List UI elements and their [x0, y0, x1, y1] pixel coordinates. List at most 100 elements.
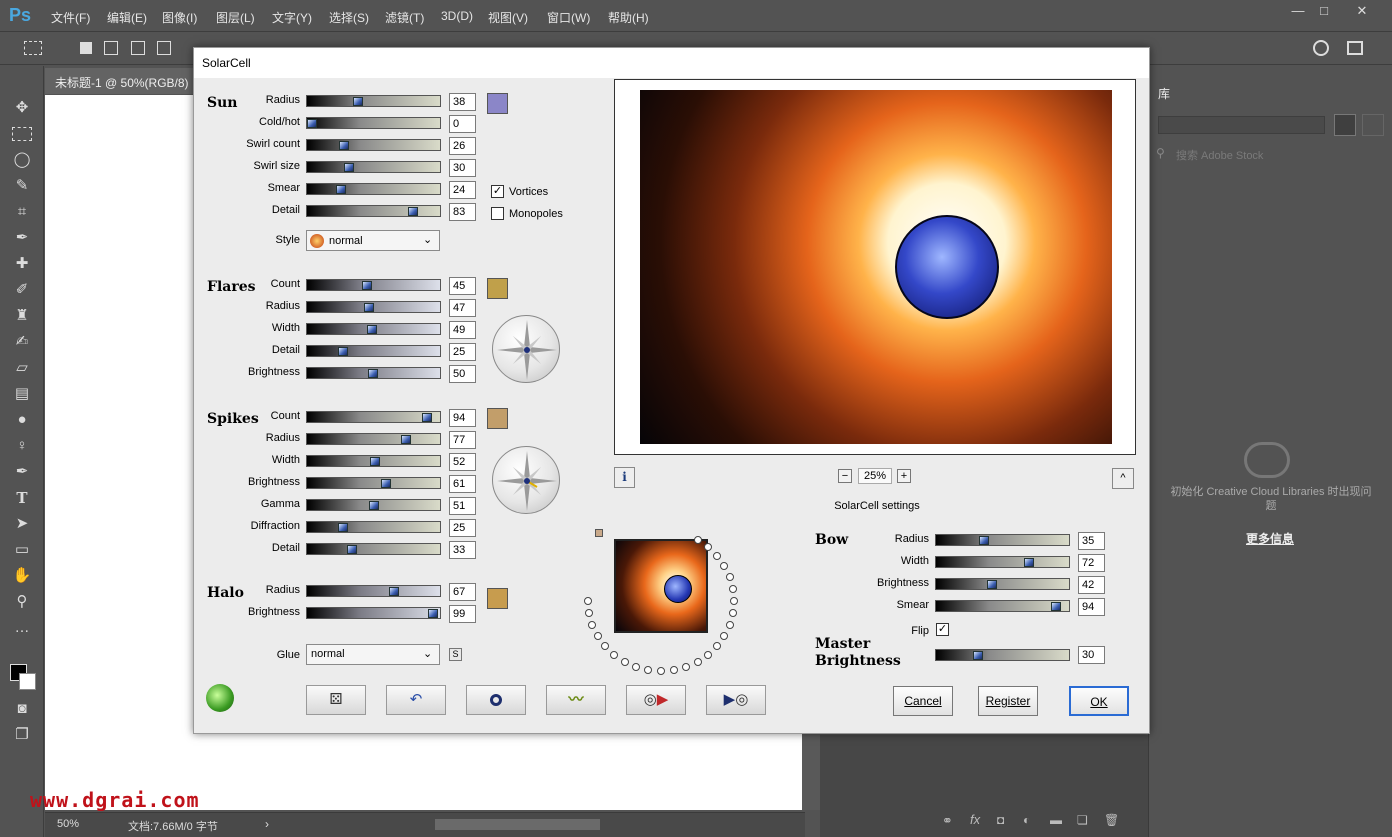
menu-view[interactable]: 视图(V): [488, 9, 528, 26]
ring-dot[interactable]: [703, 543, 712, 552]
lasso-tool-icon[interactable]: ◯: [10, 150, 34, 170]
menu-select[interactable]: 选择(S): [329, 9, 369, 26]
ring-dot[interactable]: [720, 562, 729, 570]
ring-dot[interactable]: [730, 597, 738, 605]
stamp-tool-icon[interactable]: ♜: [10, 306, 34, 326]
flares-count-slider[interactable]: [306, 279, 441, 291]
flares-radius-slider[interactable]: [306, 301, 441, 313]
slider-thumb[interactable]: [364, 303, 374, 312]
sun-radius-slider[interactable]: [306, 95, 441, 107]
spikes-radius-value[interactable]: 77: [449, 431, 476, 449]
spikes-detail-slider[interactable]: [306, 543, 441, 555]
intersect-selection-icon[interactable]: [157, 41, 171, 55]
marquee-tool-icon[interactable]: [24, 41, 42, 55]
hand-tool-icon[interactable]: ✋: [10, 566, 34, 586]
slider-thumb[interactable]: [408, 207, 418, 216]
wave-button[interactable]: 〰: [546, 685, 606, 715]
ring-dot[interactable]: [588, 620, 597, 629]
grid-view-icon[interactable]: [1334, 114, 1356, 136]
dodge-tool-icon[interactable]: ♀: [10, 436, 34, 456]
eraser-tool-icon[interactable]: ▱: [10, 358, 34, 378]
glue-select[interactable]: normal ⌄: [306, 644, 440, 665]
slider-thumb[interactable]: [367, 325, 377, 334]
maximize-button[interactable]: □: [1308, 0, 1340, 22]
slider-thumb[interactable]: [338, 523, 348, 532]
sun-cold-hot-slider[interactable]: [306, 117, 441, 129]
flip-checkbox[interactable]: ✓: [936, 623, 949, 636]
bow-radius-slider[interactable]: [935, 534, 1070, 546]
ring-dot[interactable]: [669, 665, 678, 674]
rect-marquee-tool-icon[interactable]: [12, 127, 32, 141]
close-window-button[interactable]: ✕: [1346, 0, 1378, 22]
play-back-button[interactable]: ▶◎: [706, 685, 766, 715]
ring-dot[interactable]: [593, 632, 602, 640]
slider-thumb[interactable]: [973, 651, 983, 660]
slider-thumb[interactable]: [987, 580, 997, 589]
sun-swirl-count-slider[interactable]: [306, 139, 441, 151]
fx-icon[interactable]: fx: [970, 812, 980, 827]
ring-dot[interactable]: [681, 662, 690, 671]
spikes-brightness-slider[interactable]: [306, 477, 441, 489]
slider-thumb[interactable]: [368, 369, 378, 378]
spikes-gamma-value[interactable]: 51: [449, 497, 476, 515]
ring-dot[interactable]: [728, 609, 737, 618]
ring-dot[interactable]: [693, 536, 702, 545]
ring-dot[interactable]: [585, 609, 594, 618]
ring-dot[interactable]: [728, 584, 737, 593]
play-record-button[interactable]: ◎▶: [626, 685, 686, 715]
ring-dot[interactable]: [620, 657, 629, 666]
quick-mask-icon[interactable]: ◙: [10, 699, 34, 719]
spikes-count-value[interactable]: 94: [449, 409, 476, 427]
gradient-tool-icon[interactable]: ▤: [10, 384, 34, 404]
bow-brightness-value[interactable]: 42: [1078, 576, 1105, 594]
menu-3d[interactable]: 3D(D): [441, 9, 473, 23]
spikes-width-value[interactable]: 52: [449, 453, 476, 471]
menu-file[interactable]: 文件(F): [51, 9, 90, 26]
monopoles-checkbox[interactable]: [491, 207, 504, 220]
menu-help[interactable]: 帮助(H): [608, 9, 649, 26]
slider-thumb[interactable]: [370, 457, 380, 466]
flares-brightness-slider[interactable]: [306, 367, 441, 379]
ring-dot[interactable]: [712, 641, 721, 650]
flares-width-value[interactable]: 49: [449, 321, 476, 339]
sun-swirl-size-slider[interactable]: [306, 161, 441, 173]
stock-search-input[interactable]: 搜索 Adobe Stock: [1176, 147, 1263, 163]
master-brightness-slider[interactable]: [935, 649, 1070, 661]
brush-tool-icon[interactable]: ✐: [10, 280, 34, 300]
bow-smear-value[interactable]: 94: [1078, 598, 1105, 616]
ring-dot[interactable]: [601, 641, 610, 650]
spikes-gamma-slider[interactable]: [306, 499, 441, 511]
menu-filter[interactable]: 滤镜(T): [385, 9, 424, 26]
flares-brightness-value[interactable]: 50: [449, 365, 476, 383]
bow-radius-value[interactable]: 35: [1078, 532, 1105, 550]
pen-tool-icon[interactable]: ✒: [10, 462, 34, 482]
ring-dot[interactable]: [725, 620, 734, 629]
undo-button[interactable]: ↶: [386, 685, 446, 715]
sun-smear-value[interactable]: 24: [449, 181, 476, 199]
chevron-right-icon[interactable]: ›: [265, 817, 269, 831]
ring-dot[interactable]: [584, 597, 592, 605]
zoom-tool-icon[interactable]: ⚲: [10, 592, 34, 612]
tab-libraries[interactable]: 库: [1150, 80, 1188, 106]
ring-dot[interactable]: [725, 573, 734, 582]
new-selection-icon[interactable]: [80, 42, 92, 54]
more-tools-icon[interactable]: …: [10, 618, 34, 638]
new-layer-icon[interactable]: ❏: [1077, 813, 1088, 827]
flares-count-value[interactable]: 45: [449, 277, 476, 295]
trash-icon[interactable]: 🗑: [1104, 813, 1119, 827]
spikes-detail-value[interactable]: 33: [449, 541, 476, 559]
ring-dot[interactable]: [632, 662, 641, 671]
zoom-level[interactable]: 50%: [57, 818, 79, 830]
spikes-brightness-value[interactable]: 61: [449, 475, 476, 493]
register-button[interactable]: Register: [978, 686, 1038, 716]
crop-tool-icon[interactable]: ⌗: [10, 202, 34, 222]
slider-thumb[interactable]: [369, 501, 379, 510]
slider-thumb[interactable]: [353, 97, 363, 106]
slider-thumb[interactable]: [979, 536, 989, 545]
menu-edit[interactable]: 编辑(E): [107, 9, 147, 26]
slider-thumb[interactable]: [362, 281, 372, 290]
slider-thumb[interactable]: [347, 545, 357, 554]
search-icon[interactable]: [1313, 40, 1329, 56]
folder-icon[interactable]: ▬: [1050, 813, 1062, 827]
slider-thumb[interactable]: [401, 435, 411, 444]
